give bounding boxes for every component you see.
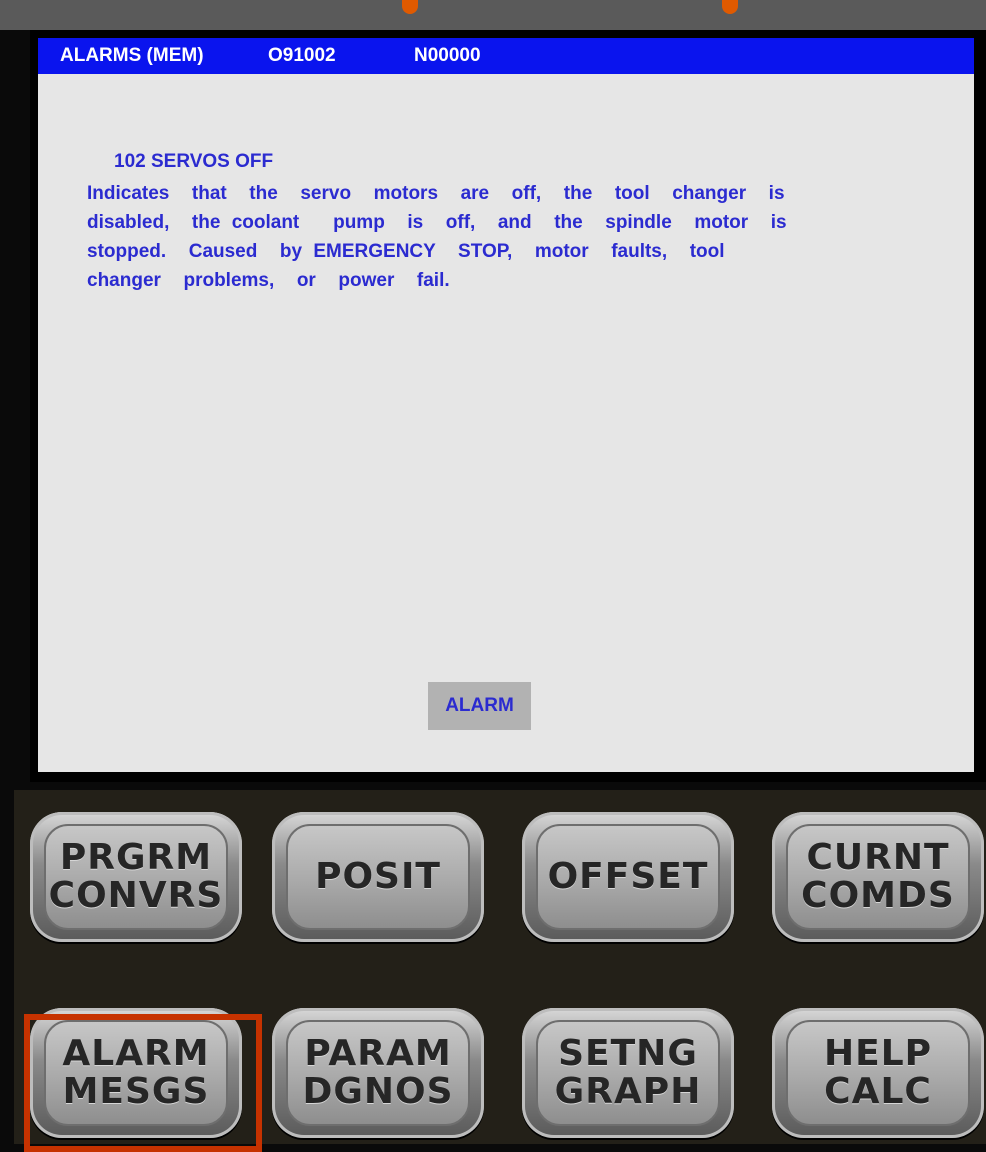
key-label-line1: PARAM — [304, 1033, 452, 1074]
key-label-line2: DGNOS — [302, 1071, 454, 1112]
selection-highlight — [24, 1014, 262, 1152]
key-label-line2: CALC — [824, 1071, 932, 1112]
mode-label: ALARMS (MEM) — [60, 45, 204, 66]
alarm-description: Indicates that the servo motors are off,… — [87, 183, 787, 291]
help-calc-key[interactable]: HELP CALC — [772, 1008, 984, 1138]
key-label-line2: GRAPH — [554, 1071, 702, 1112]
key-face: OFFSET — [536, 824, 720, 930]
program-number: O91002 — [268, 45, 336, 66]
cnc-display: ALARMS (MEM) O91002 N00000 102 SERVOS OF… — [38, 38, 974, 772]
alarm-softkey[interactable]: ALARM — [428, 682, 531, 730]
alarm-title: 102 SERVOS OFF — [114, 151, 274, 172]
key-label-line1: SETNG — [558, 1033, 698, 1074]
key-label-line1: POSIT — [315, 856, 441, 897]
key-label-line1: OFFSET — [547, 856, 709, 897]
status-bar: ALARMS (MEM) O91002 N00000 — [38, 38, 974, 74]
key-face: CURNT COMDS — [786, 824, 970, 930]
decorative-arc — [722, 0, 738, 14]
key-label-line1: HELP — [823, 1033, 933, 1074]
sequence-number: N00000 — [414, 45, 481, 66]
param-dgnos-key[interactable]: PARAM DGNOS — [272, 1008, 484, 1138]
prgrm-convrs-key[interactable]: PRGRM CONVRS — [30, 812, 242, 942]
key-face: PRGRM CONVRS — [44, 824, 228, 930]
key-label-line2: COMDS — [801, 875, 955, 916]
top-strip — [0, 0, 986, 30]
key-label-line1: PRGRM — [59, 837, 213, 878]
posit-key[interactable]: POSIT — [272, 812, 484, 942]
key-label-line1: CURNT — [806, 837, 950, 878]
key-face: PARAM DGNOS — [286, 1020, 470, 1126]
setng-graph-key[interactable]: SETNG GRAPH — [522, 1008, 734, 1138]
key-face: HELP CALC — [786, 1020, 970, 1126]
decorative-arc — [402, 0, 418, 14]
keypad-edge — [0, 790, 14, 1144]
curnt-comds-key[interactable]: CURNT COMDS — [772, 812, 984, 942]
key-face: SETNG GRAPH — [536, 1020, 720, 1126]
key-label-line2: CONVRS — [48, 875, 224, 916]
key-face: POSIT — [286, 824, 470, 930]
offset-key[interactable]: OFFSET — [522, 812, 734, 942]
